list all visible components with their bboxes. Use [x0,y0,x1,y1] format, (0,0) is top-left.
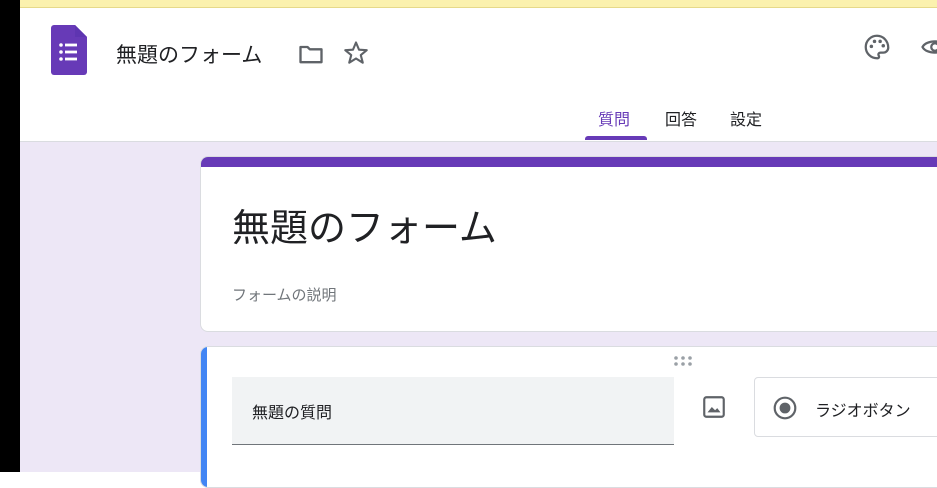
folder-icon[interactable] [297,40,325,68]
question-title-input[interactable]: 無題の質問 [232,377,674,445]
eye-icon[interactable] [920,32,937,62]
tab-questions[interactable]: 質問 [598,106,630,130]
question-title-text: 無題の質問 [252,403,333,422]
tab-settings[interactable]: 設定 [730,106,762,130]
google-forms-icon[interactable] [51,25,87,75]
form-title-card[interactable]: 無題のフォーム フォームの説明 [200,156,937,332]
palette-icon[interactable] [862,32,892,62]
radio-button-icon [773,396,797,420]
tab-responses[interactable]: 回答 [665,106,697,130]
drag-handle-icon[interactable] [673,355,693,367]
app-header: 無題のフォーム 質問 回答 設定 [20,8,937,142]
question-card[interactable]: 無題の質問 ラジオボタン [200,346,937,488]
question-type-label: ラジオボタン [815,401,911,420]
active-question-indicator [201,347,207,487]
form-description-field[interactable]: フォームの説明 [232,284,337,305]
title-card-accent [201,157,937,167]
notification-banner [20,0,937,8]
image-icon[interactable] [701,394,727,420]
star-icon[interactable] [342,39,370,67]
form-title-header[interactable]: 無題のフォーム [116,39,262,69]
question-type-dropdown[interactable]: ラジオボタン [754,377,937,437]
screen-edge [0,0,20,472]
form-title-field[interactable]: 無題のフォーム [232,197,497,252]
form-canvas: 無題のフォーム フォームの説明 無題の質問 ラジオボタン [20,142,937,488]
active-tab-indicator [585,136,647,140]
